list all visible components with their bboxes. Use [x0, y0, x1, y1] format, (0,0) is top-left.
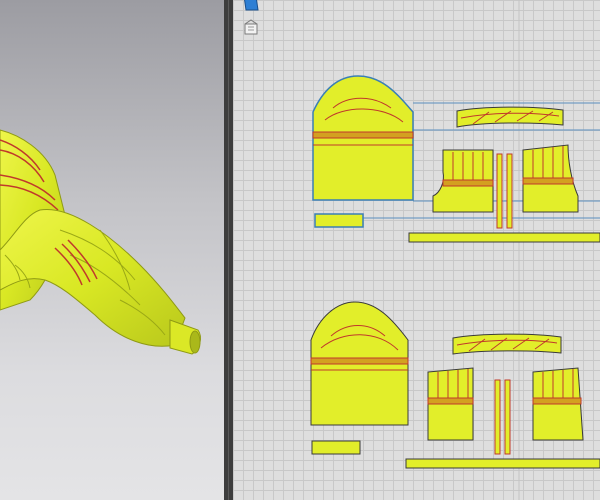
pattern-piece-strip-2: [506, 153, 513, 229]
jacket-3d-model: [0, 129, 201, 355]
pattern-group-top[interactable]: [312, 75, 600, 243]
pattern-piece-waistband: [408, 232, 600, 243]
select-mesh-icon[interactable]: [241, 0, 261, 14]
fold-arrange-icon[interactable]: [241, 18, 261, 38]
2d-pattern-viewport[interactable]: [233, 0, 600, 500]
pattern-piece-waistband-2: [405, 458, 600, 469]
pattern-piece-collar: [456, 106, 564, 128]
pattern-piece-strip-3: [494, 379, 501, 455]
3d-viewport[interactable]: [0, 0, 224, 500]
pattern-sheet: [310, 0, 600, 500]
pattern-piece-strip-4: [504, 379, 511, 455]
viewport-splitter[interactable]: [224, 0, 233, 500]
pattern-piece-small-rect: [314, 213, 364, 228]
pattern-piece-strip-1: [496, 153, 503, 229]
pattern-group-bottom[interactable]: [310, 301, 600, 469]
pattern-piece-small-rect-2: [311, 440, 361, 455]
